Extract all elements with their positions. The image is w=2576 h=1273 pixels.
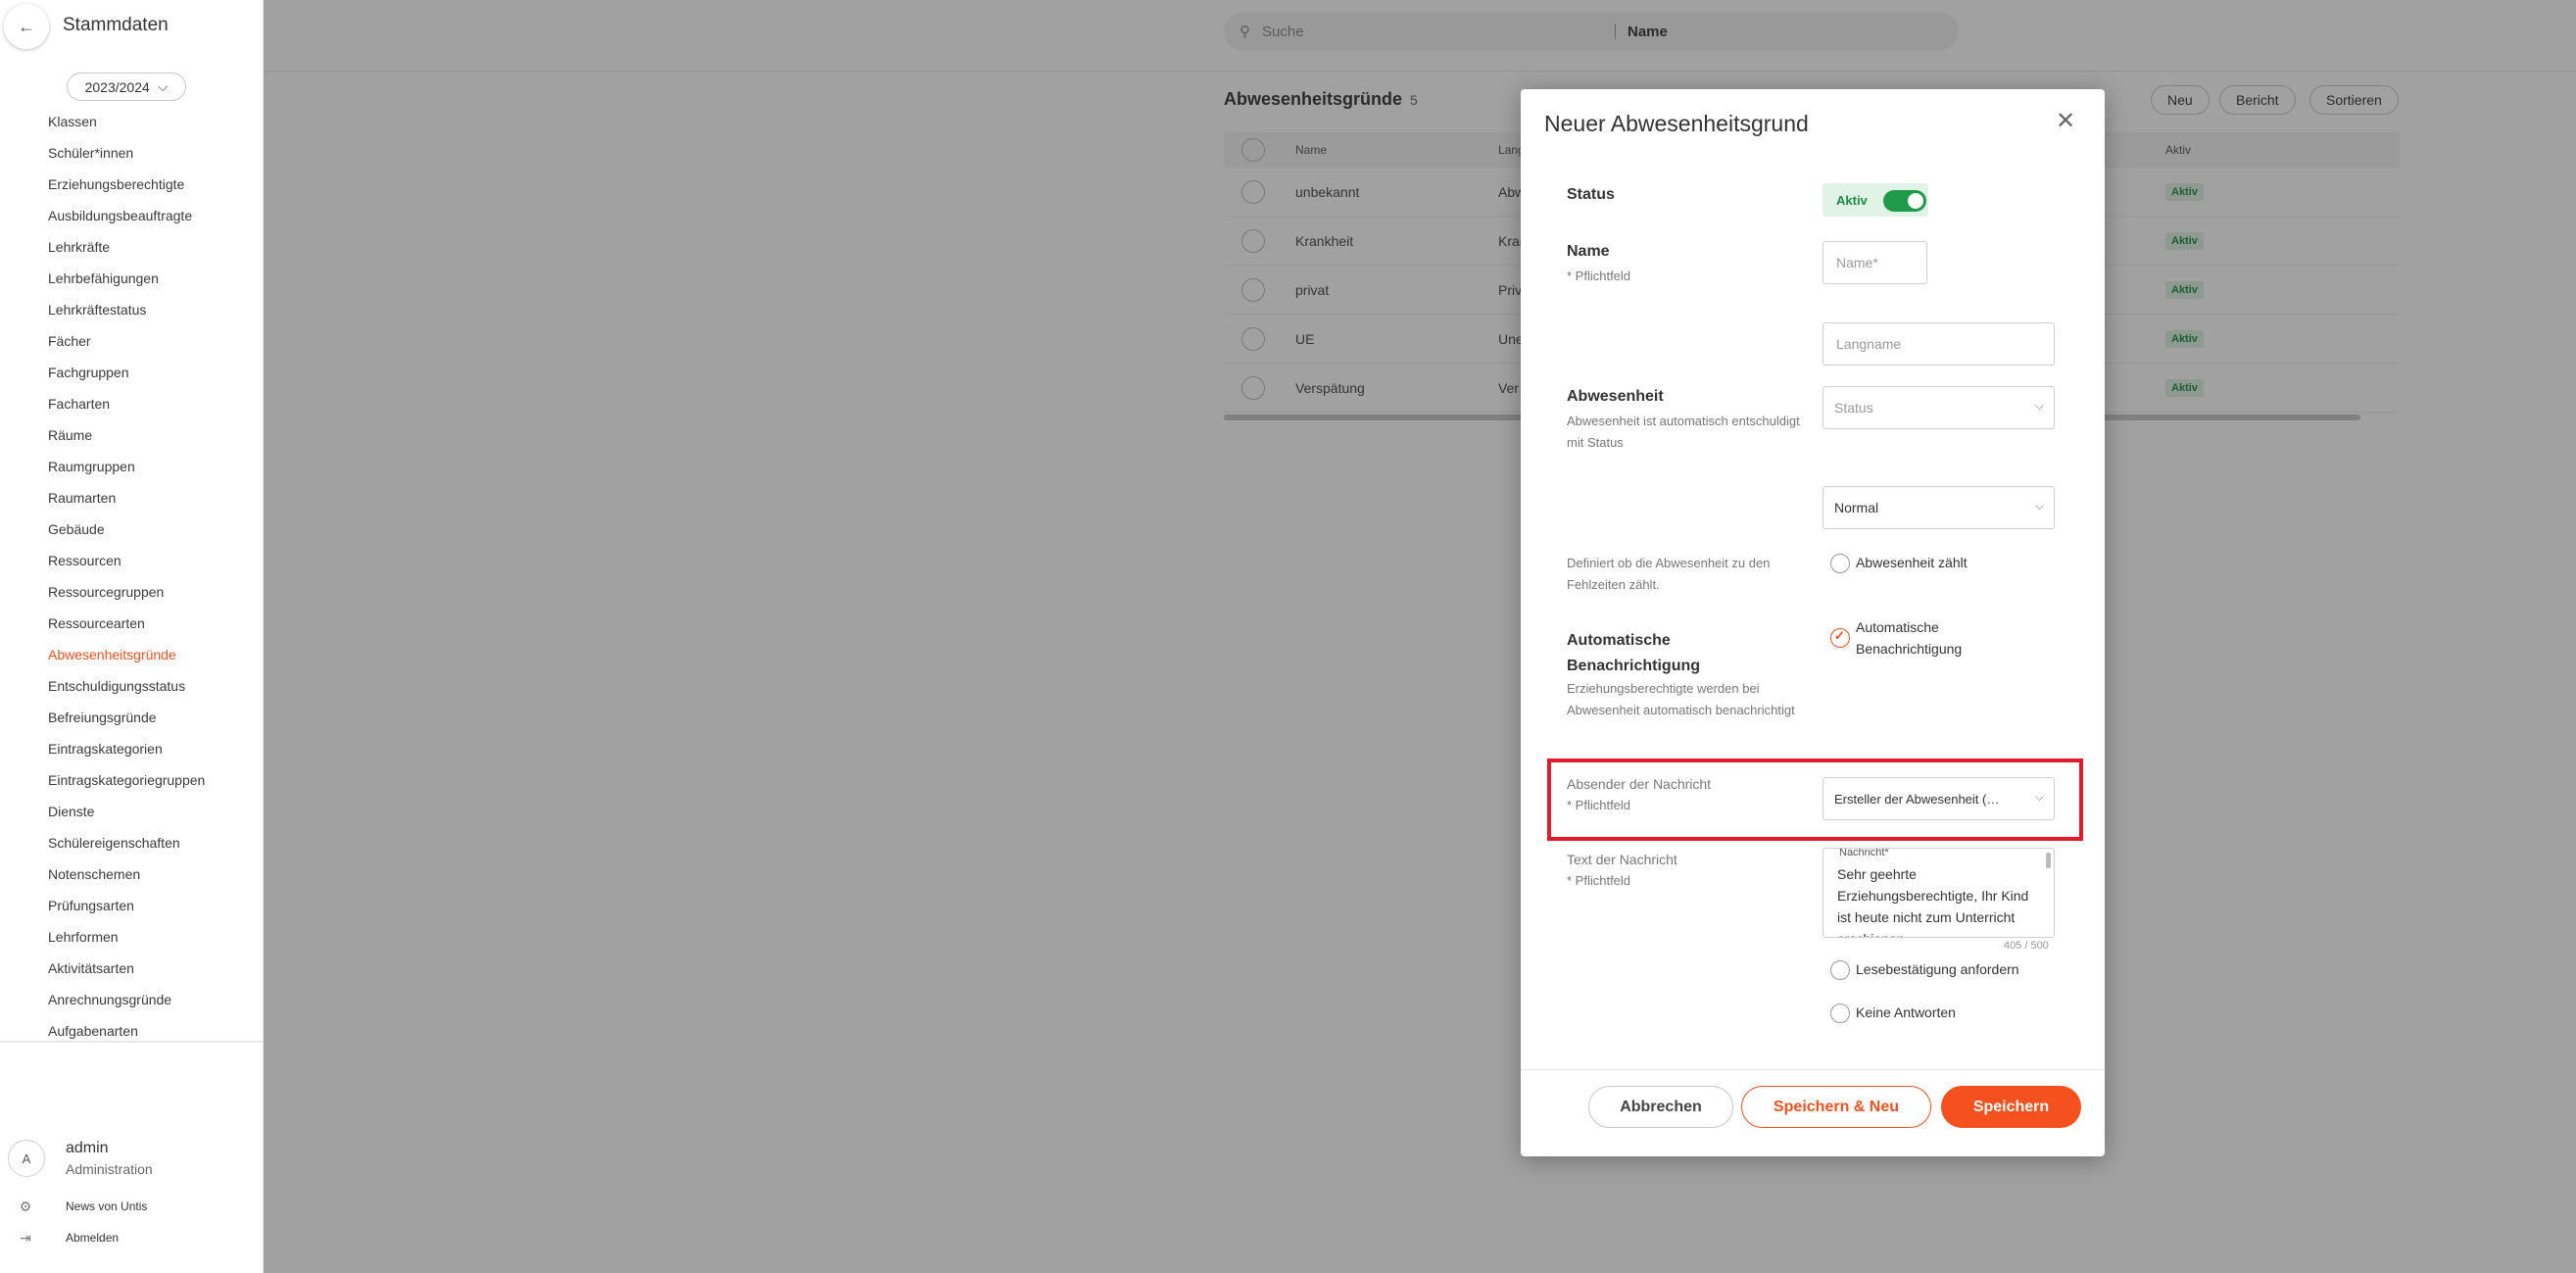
abwesenheit-zaehlt-label: Abwesenheit zählt: [1856, 555, 1968, 570]
message-textarea[interactable]: Nachricht* Sehr geehrte Erziehungsberech…: [1823, 848, 2055, 938]
sidebar-item[interactable]: Eintragskategorien: [0, 733, 264, 764]
status-label: Status: [1567, 186, 1615, 203]
status-toggle[interactable]: Aktiv: [1823, 183, 1928, 217]
sidebar-item[interactable]: Gebäude: [0, 514, 264, 545]
sidebar-item[interactable]: Ressourcearten: [0, 608, 264, 639]
sidebar-item[interactable]: Erziehungsberechtigte: [0, 169, 264, 200]
sidebar-item[interactable]: Ausbildungsbeauftragte: [0, 200, 264, 231]
absender-select-value: Ersteller der Abwesenheit (…: [1834, 791, 2000, 807]
sidebar-title: Stammdaten: [63, 15, 169, 35]
absender-label: Absender der Nachricht: [1567, 776, 1712, 792]
sidebar: ← Stammdaten 2023/2024 ⌵ Klassen Schüler*…: [0, 0, 264, 1273]
dialog-footer: Abbrechen Speichern & Neu Speichern: [1521, 1069, 2105, 1156]
sidebar-item[interactable]: Aktivitätsarten: [0, 953, 264, 984]
message-label: Nachricht*: [1837, 848, 1891, 858]
sidebar-divider: [0, 1041, 264, 1043]
langname-field[interactable]: Langname: [1823, 322, 2055, 366]
status-toggle-label: Aktiv: [1836, 192, 1868, 208]
school-year-value: 2023/2024: [84, 78, 150, 95]
sidebar-item[interactable]: Raumarten: [0, 482, 264, 514]
user-name: admin: [66, 1140, 109, 1156]
dialog-title: Neuer Abwesenheitsgrund: [1544, 111, 1809, 136]
sidebar-item[interactable]: Anrechnungsgründe: [0, 984, 264, 1015]
sidebar-item[interactable]: Lehrkräftestatus: [0, 294, 264, 325]
name-required-hint: * Pflichtfeld: [1567, 269, 1631, 283]
sidebar-item[interactable]: Schülereigenschaften: [0, 827, 264, 858]
sidebar-header: ← Stammdaten: [0, 0, 264, 59]
auto-notification-radio-label: Automatische Benachrichtigung: [1856, 619, 1963, 657]
save-button[interactable]: Speichern: [1941, 1086, 2081, 1128]
sidebar-item[interactable]: Facharten: [0, 388, 264, 419]
logout-label: Abmelden: [66, 1231, 120, 1245]
chevron-down-icon: ⌵: [2034, 790, 2044, 804]
name-label: Name: [1567, 243, 1610, 260]
news-icon: ⚙: [19, 1198, 32, 1214]
absender-required-hint: * Pflichtfeld: [1567, 798, 1631, 812]
sidebar-item[interactable]: Räume: [0, 419, 264, 451]
logout-icon: ⇥: [20, 1229, 31, 1246]
sidebar-item[interactable]: Entschuldigungsstatus: [0, 670, 264, 702]
sidebar-item[interactable]: Fachgruppen: [0, 357, 264, 388]
sidebar-item[interactable]: Klassen: [0, 106, 264, 137]
chevron-down-icon: ⌵: [2034, 499, 2044, 513]
arrow-left-icon: ←: [18, 16, 35, 36]
close-icon[interactable]: ✕: [2056, 107, 2075, 135]
read-receipt-radio[interactable]: [1830, 960, 1850, 980]
news-label: News von Untis: [66, 1200, 148, 1213]
abwesenheit-zaehlt-radio[interactable]: [1830, 554, 1850, 573]
sidebar-item[interactable]: Dienste: [0, 796, 264, 827]
abwesenheit-label: Abwesenheit: [1567, 388, 1664, 405]
chevron-down-icon: ⌵: [157, 78, 169, 94]
char-counter: 405 / 500: [2004, 940, 2049, 952]
sidebar-item[interactable]: Fächer: [0, 325, 264, 357]
no-replies-label: Keine Antworten: [1856, 1004, 1956, 1020]
sidebar-item[interactable]: Ressourcen: [0, 545, 264, 576]
back-button[interactable]: ←: [4, 4, 49, 49]
sidebar-item[interactable]: Aufgabenarten: [0, 1015, 264, 1039]
toggle-switch[interactable]: [1883, 190, 1926, 212]
sidebar-nav: Klassen Schüler*innen Erziehungsberechtigt…: [0, 106, 264, 1039]
sidebar-item[interactable]: Raumgruppen: [0, 451, 264, 482]
modal-overlay[interactable]: [264, 0, 2576, 1273]
user-role: Administration: [66, 1161, 153, 1177]
sidebar-item[interactable]: Eintragskategoriegruppen: [0, 764, 264, 796]
no-replies-radio[interactable]: [1830, 1004, 1850, 1023]
normal-select-value: Normal: [1834, 500, 1879, 515]
sidebar-item[interactable]: Abwesenheitsgründe: [0, 639, 264, 670]
cancel-button[interactable]: Abbrechen: [1588, 1086, 1733, 1128]
sidebar-item[interactable]: Lehrformen: [0, 921, 264, 953]
save-and-new-button[interactable]: Speichern & Neu: [1741, 1086, 1931, 1128]
read-receipt-label: Lesebestätigung anfordern: [1856, 961, 2019, 977]
text-label: Text der Nachricht: [1567, 852, 1677, 867]
message-text: Sehr geehrte Erziehungsberechtigte, Ihr …: [1837, 866, 2029, 937]
sidebar-item[interactable]: Schüler*innen: [0, 137, 264, 169]
fehlzeiten-hint: Definiert ob die Abwesenheit zu den Fehl…: [1567, 556, 1771, 592]
sidebar-item[interactable]: Prüfungsarten: [0, 890, 264, 921]
status-select-placeholder: Status: [1834, 400, 1873, 416]
auto-notification-hint: Erziehungsberechtigte werden bei Abwesen…: [1567, 681, 1795, 717]
sidebar-item[interactable]: Notenschemen: [0, 858, 264, 890]
chevron-down-icon: ⌵: [2034, 399, 2044, 413]
news-link[interactable]: ⚙ News von Untis: [16, 1196, 148, 1217]
logout-link[interactable]: ⇥ Abmelden: [16, 1227, 119, 1249]
normal-select[interactable]: Normal ⌵: [1823, 486, 2055, 529]
auto-notification-label: Automatische Benachrichtigung: [1567, 632, 1701, 674]
text-required-hint: * Pflichtfeld: [1567, 873, 1631, 888]
status-select[interactable]: Status ⌵: [1823, 386, 2055, 429]
auto-notification-radio[interactable]: [1830, 628, 1850, 648]
avatar[interactable]: A: [8, 1140, 45, 1177]
textarea-scrollbar[interactable]: [2046, 853, 2051, 868]
sidebar-item[interactable]: Befreiungsgründe: [0, 702, 264, 733]
abwesenheit-hint: Abwesenheit ist automatisch entschuldigt…: [1567, 414, 1800, 450]
absender-select[interactable]: Ersteller der Abwesenheit (… ⌵: [1823, 777, 2055, 820]
sidebar-item[interactable]: Ressourcegruppen: [0, 576, 264, 608]
sidebar-item[interactable]: Lehrkräfte: [0, 231, 264, 263]
school-year-select[interactable]: 2023/2024 ⌵: [67, 73, 186, 101]
sidebar-item[interactable]: Lehrbefähigungen: [0, 263, 264, 294]
name-field[interactable]: Name*: [1823, 241, 1927, 284]
new-absence-reason-dialog: Neuer Abwesenheitsgrund ✕ Status Aktiv N…: [1521, 89, 2105, 1156]
